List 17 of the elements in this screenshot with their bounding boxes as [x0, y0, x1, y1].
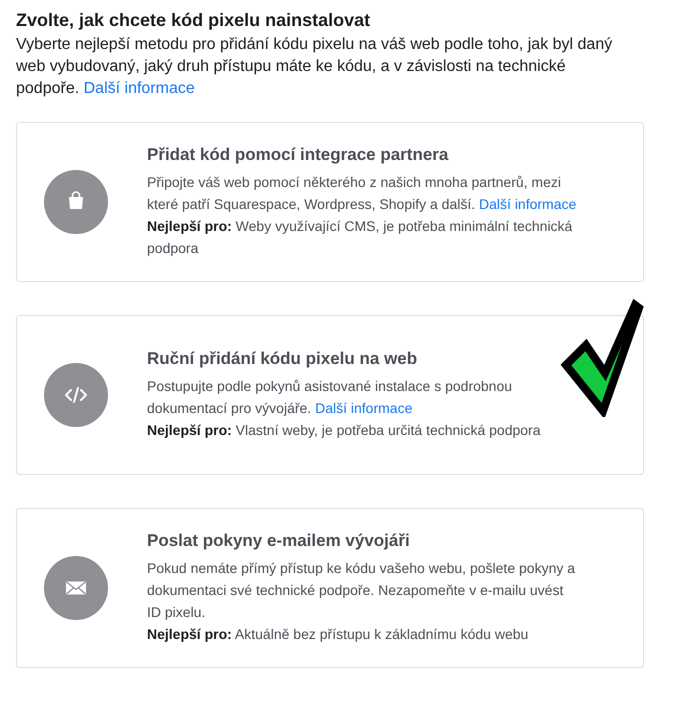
option-description: Pokud nemáte přímý přístup ke kódu vašeho webu, pošlete pokyny a dokumentaci své technické podpoře. Nezapomeňte v e-mailu uvést ID pixelu. [147, 559, 576, 622]
more-info-link[interactable]: Další informace [84, 80, 195, 97]
intro-text: Vyberte nejlepší metodu pro přidání kódu pixelu na váš web podle toho, jak byl daný web vybudovaný, jaký druh přístupu máte ke kódu, a v závislosti na technické podpoře. Další informace [16, 35, 614, 99]
option-title: Přidat kód pomocí integrace partnera [147, 145, 450, 165]
option-title: Ruční přidání kódu pixelu na web [147, 349, 418, 369]
option-description: Postupujte podle pokynů asistované instalace s podrobnou dokumentací pro vývojáře. Další informace [147, 377, 514, 418]
option-description: Připojte váš web pomocí některého z našich mnoha partnerů, mezi které patří Squarespace, Wordpress, Shopify a další. Další informace [147, 173, 577, 214]
option-card[interactable] [16, 508, 644, 668]
best-for-text: Nejlepší pro: Vlastní weby, je potřeba určitá technická podpora [147, 421, 542, 440]
more-info-link[interactable]: Další informace [479, 196, 576, 212]
best-for-text: Nejlepší pro: Weby využívající CMS, je potřeba minimální technická podpora [147, 217, 574, 258]
page-heading: Zvolte, jak chcete kód pixelu nainstalovat [16, 9, 372, 32]
option-card[interactable] [16, 122, 644, 282]
best-for-text: Nejlepší pro: Aktuálně bez přístupu k základnímu kódu webu [147, 625, 530, 644]
option-title: Poslat pokyny e-mailem vývojáři [147, 531, 411, 551]
more-info-link[interactable]: Další informace [315, 400, 412, 416]
checkmark-icon [560, 299, 644, 417]
